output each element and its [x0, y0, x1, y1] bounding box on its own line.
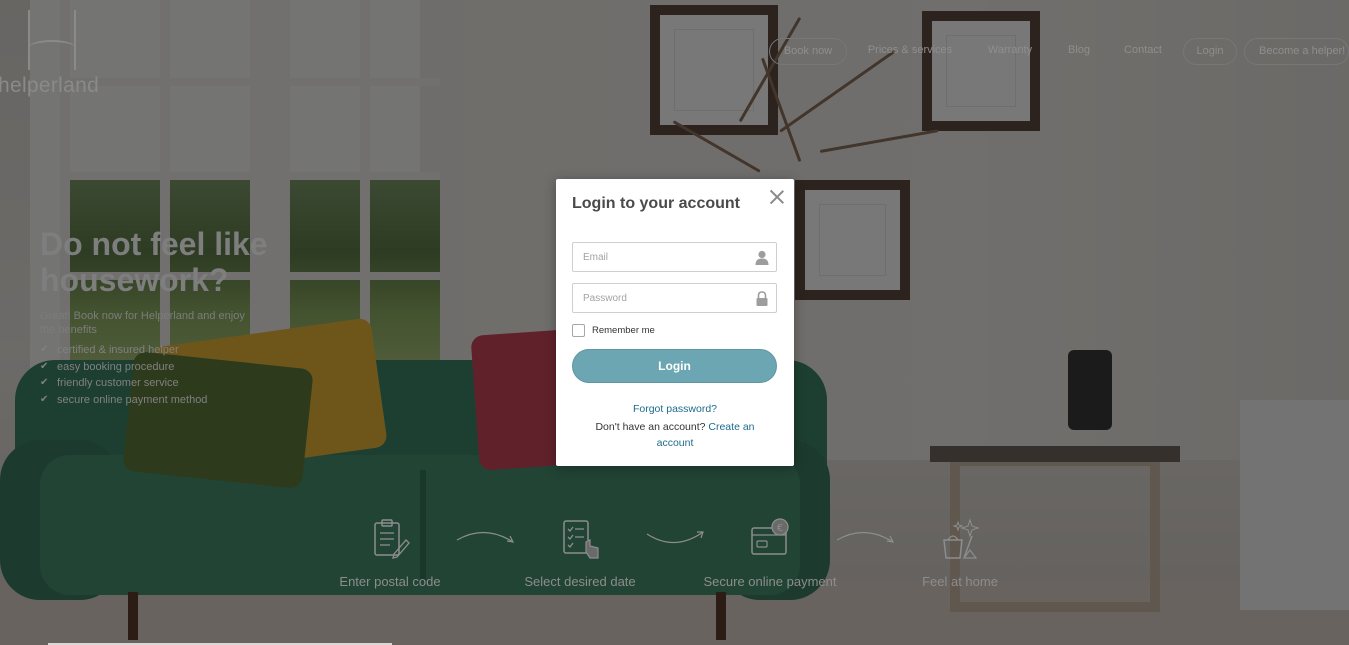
lock-icon: [756, 291, 768, 306]
check-icon: ✔: [40, 393, 49, 405]
svg-text:€: €: [777, 523, 783, 534]
step-online-payment: € Secure online payment: [695, 518, 845, 589]
password-input[interactable]: [573, 284, 753, 312]
benefit-item: ✔ easy booking procedure: [40, 359, 207, 376]
password-field: [572, 283, 777, 313]
step-feel-at-home: Feel at home: [885, 518, 1035, 589]
benefits-list: ✔ certified & insured helper ✔ easy bookin…: [40, 342, 207, 408]
step-label: Secure online payment: [703, 574, 837, 589]
remember-me-label: Remember me: [592, 324, 655, 336]
hero-title: Do not feel like housework?: [40, 226, 268, 298]
clipboard-pen-icon: [374, 519, 410, 559]
card-payment-icon: €: [751, 518, 789, 555]
remember-me[interactable]: Remember me: [572, 323, 655, 337]
no-account-text: Don't have an account?: [595, 421, 706, 433]
benefit-item: ✔ certified & insured helper: [40, 342, 207, 359]
checklist-hand-icon: [563, 520, 599, 559]
login-button[interactable]: Login: [572, 349, 777, 383]
benefit-item: ✔ secure online payment method: [40, 392, 207, 409]
cleaning-sparkle-icon: [943, 518, 980, 559]
benefit-item: ✔ friendly customer service: [40, 375, 207, 392]
nav-prices-services[interactable]: Prices & services: [864, 38, 956, 65]
top-navigation: Book now Prices & services Warranty Blog…: [0, 38, 1349, 66]
modal-title: Login to your account: [572, 195, 740, 212]
nav-become-helper[interactable]: Become a helper!: [1244, 38, 1349, 65]
check-icon: ✔: [40, 344, 49, 355]
login-modal: Login to your account Remember me Login …: [556, 179, 794, 466]
check-icon: ✔: [40, 377, 49, 388]
create-account-line: Don't have an account? Create an account: [586, 419, 764, 451]
close-icon[interactable]: [768, 188, 786, 206]
email-input[interactable]: [573, 243, 753, 271]
step-label: Enter postal code: [339, 574, 441, 589]
nav-contact[interactable]: Contact: [1120, 38, 1166, 65]
nav-blog[interactable]: Blog: [1062, 38, 1096, 65]
nav-book-now[interactable]: Book now: [769, 38, 847, 65]
remember-me-checkbox[interactable]: [572, 323, 585, 337]
check-icon: ✔: [40, 360, 49, 372]
step-postal-code: Enter postal code: [315, 518, 465, 589]
step-label: Feel at home: [922, 574, 998, 589]
step-label: Select desired date: [524, 574, 636, 589]
forgot-password-link[interactable]: Forgot password?: [556, 403, 794, 415]
user-icon: [755, 250, 769, 265]
hero-subtitle: Great! Book now for Helperland and enjoy…: [40, 310, 245, 336]
step-select-date: Select desired date: [505, 518, 655, 589]
nav-warranty[interactable]: Warranty: [982, 38, 1038, 65]
nav-login[interactable]: Login: [1183, 38, 1237, 65]
logo-text: helperland: [0, 74, 100, 97]
email-field: [572, 242, 777, 272]
